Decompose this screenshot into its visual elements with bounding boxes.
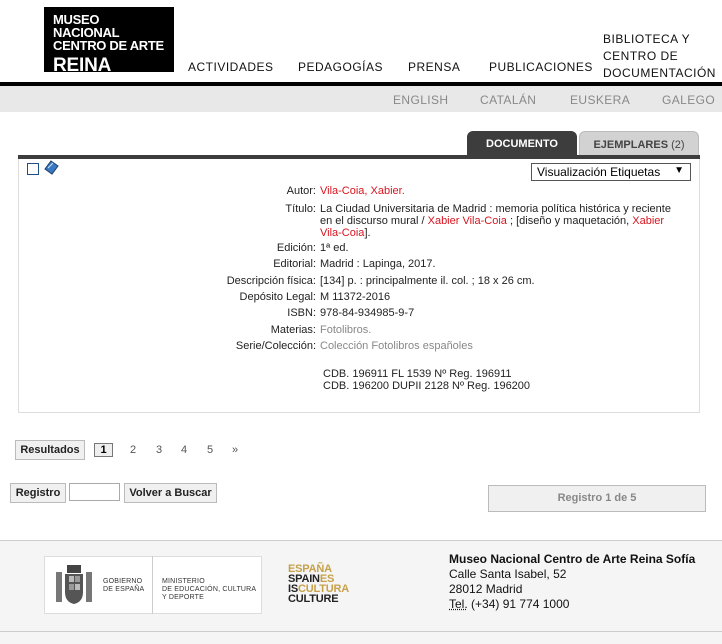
tab-ejemplares-count: (2) [671,139,685,151]
editorial-label: Editorial: [273,258,316,270]
espana-cultura-logo[interactable]: ESPAÑA SPAINES ISCULTURA CULTURE [288,564,349,605]
address-city: 28012 Madrid [449,582,523,596]
select-checkbox[interactable] [27,163,39,175]
page-4[interactable]: 4 [181,444,187,456]
serie-link[interactable]: Colección Fotolibros españoles [320,340,686,352]
edicion-value: 1ª ed. [320,242,349,254]
book-icon [44,160,59,175]
descripcion-label: Descripción física: [226,275,316,287]
isbn-label: ISBN: [287,307,316,319]
tel-number[interactable]: (+34) 91 774 1000 [471,597,569,611]
titulo-text-3: ]. [364,227,371,239]
logo-line-2: CENTRO DE ARTE [53,38,164,53]
copy-line-1: CDB. 196911 FL 1539 Nº Reg. 196911 [323,368,512,380]
materias-link[interactable]: Fotolibros. [320,324,686,336]
titulo-label: Título: [285,203,316,215]
address-title: Museo Nacional Centro de Arte Reina Sofí… [449,552,696,566]
registro-input[interactable] [69,483,120,501]
nav-prensa[interactable]: PRENSA [408,60,460,74]
nav-biblioteca-line-2: CENTRO DE [603,49,679,63]
ministerio-line-3: Y DEPORTE [162,594,204,601]
lang-galego[interactable]: GALEGO [662,93,715,107]
descripcion-value: [134] p. : principalmente il. col. ; 18 … [320,275,535,287]
titulo-author-link-1[interactable]: Xabier Vila-Coia [428,215,507,227]
lang-catalan[interactable]: CATALÁN [480,93,536,107]
museum-logo[interactable]: MUSEO NACIONAL CENTRO DE ARTE REINA SOFI… [44,7,174,98]
deposito-value: M 11372-2016 [320,291,391,303]
gobierno-text: GOBIERNO DE ESPAÑA [103,578,144,594]
footer-address: Museo Nacional Centro de Arte Reina Sofí… [449,552,695,612]
ministerio-line-2: DE EDUCACIÓN, CULTURA [162,586,257,593]
isbn-value: 978-84-934985-9-7 [320,307,415,319]
deposito-label: Depósito Legal: [239,291,316,303]
volver-buscar-button[interactable]: Volver a Buscar [124,483,217,503]
gobierno-line-2: DE ESPAÑA [103,586,145,593]
nav-biblioteca-line-3: DOCUMENTACIÓN [603,66,716,80]
serie-label: Serie/Colección: [235,340,316,352]
coat-of-arms-icon [56,565,92,604]
ministerio-line-1: MINISTERIO [162,578,205,585]
tab-documento[interactable]: DOCUMENTO [467,131,577,155]
copy-line-2: CDB. 196200 DUPII 2128 Nº Reg. 196200 [323,380,531,392]
nav-publicaciones[interactable]: PUBLICACIONES [489,60,593,74]
edicion-label: Edición: [276,242,316,254]
autor-link[interactable]: Vila-Coia, Xabier. [320,185,686,197]
culture-word: CULTURE [288,593,339,605]
editorial-value: Madrid : Lapinga, 2017. [320,258,436,270]
nav-pedagogias[interactable]: PEDAGOGÍAS [298,60,383,74]
materias-label: Materias: [270,324,316,336]
tab-ejemplares[interactable]: EJEMPLARES (2) [579,131,699,155]
gobierno-line-1: GOBIERNO [103,578,143,585]
resultados-button[interactable]: Resultados [15,440,85,460]
logo-line-1: MUSEO NACIONAL [53,12,120,40]
chevron-down-icon: ▼ [674,165,684,176]
autor-label: Autor: [286,185,316,197]
nav-biblioteca[interactable]: BIBLIOTECA Y CENTRO DE DOCUMENTACIÓN [603,31,718,82]
tab-ejemplares-label: EJEMPLARES [593,139,669,151]
nav-actividades[interactable]: ACTIVIDADES [188,60,274,74]
lang-english[interactable]: ENGLISH [393,93,448,107]
address-phone: Tel. (+34) 91 774 1000 [449,597,695,612]
footer-bottom-rule [0,631,722,632]
next-page-icon[interactable]: » [232,444,238,456]
ministerio-text: MINISTERIO DE EDUCACIÓN, CULTURA Y DEPOR… [162,578,256,602]
page-1[interactable]: 1 [94,443,113,457]
view-select[interactable]: Visualización Etiquetas ▼ [531,163,691,181]
view-select-value: Visualización Etiquetas [537,165,661,179]
page-3[interactable]: 3 [156,444,162,456]
lang-euskera[interactable]: EUSKERA [570,93,630,107]
titulo-value: La Ciudad Universitaria de Madrid : memo… [320,203,686,239]
page-2[interactable]: 2 [130,444,136,456]
registro-button[interactable]: Registro [10,483,66,503]
address-street: Calle Santa Isabel, 52 [449,567,567,581]
logo-separator [152,556,153,614]
registro-status: Registro 1 de 5 [488,485,706,512]
titulo-text-2: ; [diseño y maquetación, [506,215,633,227]
nav-biblioteca-line-1: BIBLIOTECA Y [603,32,691,46]
tel-label: Tel. [449,597,468,611]
page-5[interactable]: 5 [207,444,213,456]
